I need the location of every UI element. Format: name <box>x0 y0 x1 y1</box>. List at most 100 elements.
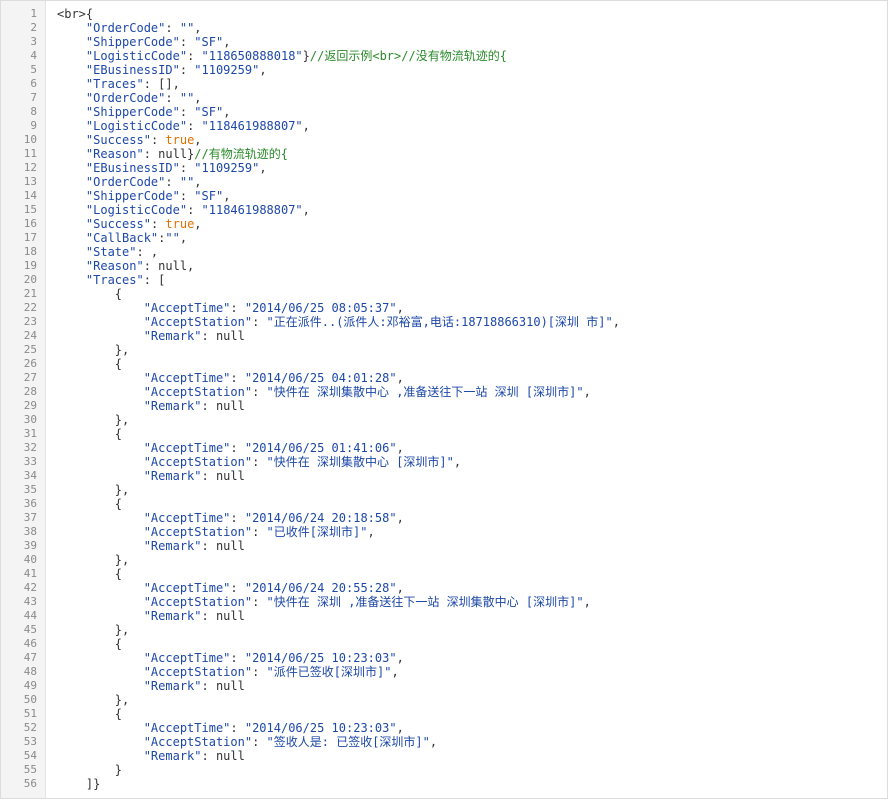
code-line-text: "State": , <box>37 245 158 259</box>
code-line-text: "AcceptTime": "2014/06/25 08:05:37", <box>37 301 404 315</box>
code-token: }, <box>57 483 130 497</box>
code-token: : <box>252 735 267 749</box>
code-token: : <box>252 595 267 609</box>
code-token: "2014/06/24 20:18:58" <box>244 511 397 525</box>
code-token: "OrderCode" <box>85 21 166 35</box>
line-number: 16 <box>23 217 37 230</box>
code-line-text: "EBusinessID": "1109259", <box>37 63 267 77</box>
code-token: "1109259" <box>194 63 260 77</box>
code-token: , <box>223 105 231 119</box>
line-number: 2 <box>30 21 37 34</box>
line-number: 14 <box>23 189 37 202</box>
code-token: : <box>252 525 267 539</box>
code-token: : <box>252 385 267 399</box>
code-token: "Remark" <box>143 609 202 623</box>
line-number: 49 <box>23 679 37 692</box>
code-line-text: }, <box>37 483 129 497</box>
code-token: : [], <box>143 77 180 91</box>
code-line: 41 { <box>1 567 887 581</box>
code-token: { <box>57 357 123 371</box>
code-token: "正在派件..(派件人:邓裕富,电话:18718866310)[深圳 市]" <box>266 315 613 329</box>
code-line: 15 "LogisticCode": "118461988807", <box>1 203 887 217</box>
code-token: "Remark" <box>143 679 202 693</box>
line-number: 35 <box>23 483 37 496</box>
code-token: "Reason" <box>85 259 144 273</box>
code-token: "118461988807" <box>201 203 303 217</box>
code-line-text: "Remark": null <box>37 329 245 343</box>
code-line: 14 "ShipperCode": "SF", <box>1 189 887 203</box>
line-number: 12 <box>23 161 37 174</box>
line-number: 45 <box>23 623 37 636</box>
code-token: : null, <box>143 259 195 273</box>
code-line: 9 "LogisticCode": "118461988807", <box>1 119 887 133</box>
code-line-text: "Reason": null}//有物流轨迹的{ <box>37 147 288 161</box>
code-token: , <box>612 315 620 329</box>
code-token: , <box>194 91 202 105</box>
code-token: "Remark" <box>143 749 202 763</box>
code-line: 37 "AcceptTime": "2014/06/24 20:18:58", <box>1 511 887 525</box>
line-number: 53 <box>23 735 37 748</box>
code-line: 56 ]} <box>1 777 887 791</box>
code-token: "AcceptStation" <box>143 525 253 539</box>
code-token: : <box>187 203 202 217</box>
line-number: 55 <box>23 763 37 776</box>
line-number: 3 <box>30 35 37 48</box>
code-line-text: { <box>37 567 122 581</box>
code-line-text: "CallBack":"", <box>37 231 187 245</box>
code-line: 34 "Remark": null <box>1 469 887 483</box>
code-line-text: "ShipperCode": "SF", <box>37 105 231 119</box>
code-line-text: "Remark": null <box>37 749 245 763</box>
code-token: : <box>230 721 245 735</box>
code-line-text: "AcceptStation": "正在派件..(派件人:邓裕富,电话:1871… <box>37 315 620 329</box>
code-line: 30 }, <box>1 413 887 427</box>
code-token: "118461988807" <box>201 119 303 133</box>
code-token: { <box>57 707 123 721</box>
code-token: "快件在 深圳 ,准备送往下一站 深圳集散中心 [深圳市]" <box>266 595 584 609</box>
code-token: "AcceptStation" <box>143 735 253 749</box>
line-number: 51 <box>23 707 37 720</box>
line-number: 13 <box>23 175 37 188</box>
code-token: "ShipperCode" <box>85 35 180 49</box>
code-line-text: }, <box>37 343 129 357</box>
line-number: 22 <box>23 301 37 314</box>
code-token: "2014/06/25 04:01:28" <box>244 371 397 385</box>
code-line-text: { <box>37 357 122 371</box>
line-number: 42 <box>23 581 37 594</box>
code-line-text: "Success": true, <box>37 133 202 147</box>
code-line-text: "AcceptStation": "快件在 深圳集散中心 [深圳市]", <box>37 455 461 469</box>
line-number: 41 <box>23 567 37 580</box>
code-line-text: "Remark": null <box>37 609 245 623</box>
code-line-text: { <box>37 427 122 441</box>
code-token: "2014/06/25 08:05:37" <box>244 301 397 315</box>
code-token: "签收人是: 已签收[深圳市]" <box>266 735 430 749</box>
code-token: }, <box>57 623 130 637</box>
line-number: 33 <box>23 455 37 468</box>
line-number: 46 <box>23 637 37 650</box>
code-token: , <box>223 35 231 49</box>
code-token: : <box>230 301 245 315</box>
code-token: , <box>396 441 404 455</box>
code-line-text: "Remark": null <box>37 469 245 483</box>
code-token: "" <box>165 231 180 245</box>
code-token: , <box>367 525 375 539</box>
code-token: "Reason" <box>85 147 144 161</box>
line-number: 34 <box>23 469 37 482</box>
code-line-text: "OrderCode": "", <box>37 91 202 105</box>
code-line: 20 "Traces": [ <box>1 273 887 287</box>
code-token: "CallBack" <box>85 231 159 245</box>
code-token: , <box>396 301 404 315</box>
code-line: 40 }, <box>1 553 887 567</box>
code-token: "" <box>179 175 195 189</box>
code-token: : <box>252 455 267 469</box>
code-token: : null <box>201 329 245 343</box>
